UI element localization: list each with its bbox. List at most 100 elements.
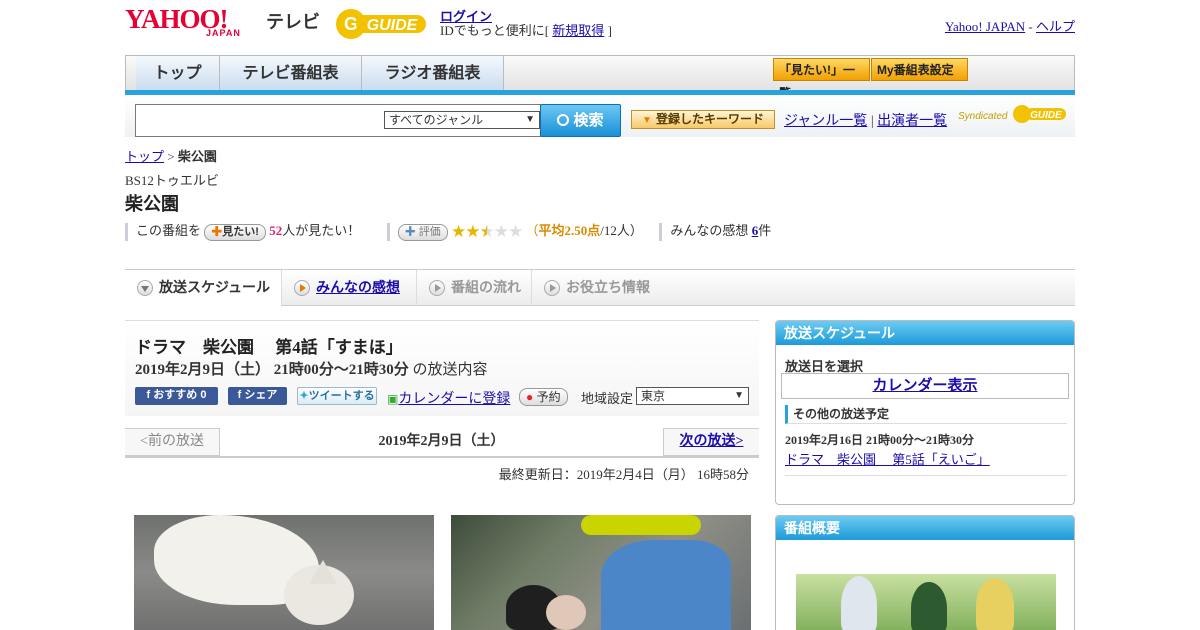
tab-schedule-label: 放送スケジュール	[159, 279, 271, 295]
nav-tab-radio[interactable]: ラジオ番組表	[362, 56, 504, 91]
dog-ear-shape	[309, 560, 337, 584]
episode-image-dog	[134, 515, 434, 630]
tab-info-label: お役立ち情報	[566, 279, 650, 295]
svg-text:G: G	[344, 14, 358, 34]
genre-cast-links: ジャンル一覧 | 出演者一覧	[784, 110, 947, 130]
impressions-suffix: 件	[758, 223, 772, 238]
breadcrumb: トップ > 柴公園	[125, 146, 217, 165]
facebook-icon: f	[237, 389, 242, 401]
tweet-button[interactable]: ✦ツイートする	[297, 387, 377, 405]
genre-select-value: すべてのジャンル	[389, 113, 484, 127]
search-button-label: 検索	[573, 112, 604, 129]
syndicated-gguide-logo: GUIDE	[1013, 105, 1066, 123]
facebook-recommend-button[interactable]: f おすすめ 0	[135, 387, 218, 405]
sidebar-summary: 番組概要	[775, 515, 1075, 630]
want-prefix: この番組を	[136, 223, 202, 238]
play-icon	[294, 280, 310, 297]
want-count: 52	[269, 223, 283, 238]
genre-select[interactable]: すべてのジャンル ▼	[384, 111, 540, 129]
help-link[interactable]: ヘルプ	[1036, 19, 1075, 34]
chevron-down-icon: ▼	[642, 115, 652, 126]
episode-datetime-row: 2019年2月9日（土） 21時00分～21時30分 の放送内容	[135, 358, 488, 379]
record-icon: ●	[526, 390, 534, 404]
tab-impressions-label[interactable]: みんなの感想	[316, 279, 400, 295]
nav-tab-tv[interactable]: テレビ番組表	[220, 56, 362, 91]
tab-flow-label: 番組の流れ	[451, 279, 521, 295]
rate-button[interactable]: ✚ 評価	[397, 223, 448, 241]
page-title: 柴公園	[125, 194, 179, 214]
top-links-separator: -	[1028, 19, 1033, 34]
keyword-button-label: 登録したキーワード	[655, 112, 764, 126]
cast-photo	[796, 574, 1056, 630]
main-nav: トップ テレビ番組表 ラジオ番組表 「見たい!」一覧 My番組表設定	[125, 55, 1075, 100]
nav-tab-top[interactable]: トップ	[136, 56, 220, 91]
region-value: 東京	[641, 389, 666, 403]
want-button[interactable]: ✚見たい!	[204, 223, 266, 241]
episode-image-person	[451, 515, 751, 630]
star-icon: ★	[451, 222, 466, 242]
cast-member-shape	[841, 576, 877, 630]
tab-flow[interactable]: 番組の流れ	[417, 270, 532, 306]
want-list-button[interactable]: 「見たい!」一覧	[773, 58, 870, 100]
sidebar-schedule: 放送スケジュール 放送日を選択 その他の放送予定 2019年2月16日 21時0…	[775, 320, 1075, 505]
my-schedule-button[interactable]: My番組表設定	[871, 58, 968, 81]
want-suffix: 人が見たい！	[282, 223, 361, 238]
login-sub: IDでもっと便利に[ 新規取得 ]	[440, 20, 612, 39]
calendar-link[interactable]: カレンダーに登録	[398, 392, 510, 407]
station-name: BS12トゥエルビ	[125, 173, 219, 188]
next-broadcast-link[interactable]: 次の放送>	[663, 428, 759, 456]
other-datetime: 2019年2月16日 21時00分～21時30分	[785, 433, 975, 447]
breadcrumb-top[interactable]: トップ	[125, 149, 164, 164]
divider	[785, 475, 1067, 476]
last-updated: 最終更新日：2019年2月4日（月） 16時58分	[498, 467, 749, 482]
cast-member-shape	[976, 578, 1014, 630]
divider	[659, 223, 663, 242]
fb-recommend-label: おすすめ 0	[153, 389, 207, 401]
want-button-label: 見たい!	[222, 225, 259, 238]
episode-datetime: 2019年2月9日（土） 21時00分～21時30分	[135, 362, 409, 378]
search-button[interactable]: 検索	[540, 104, 621, 137]
fb-share-label: シェア	[244, 389, 278, 401]
login-suffix: ]	[607, 23, 612, 38]
yahoo-japan-link[interactable]: Yahoo! JAPAN	[945, 19, 1025, 34]
tab-info[interactable]: お役立ち情報	[532, 270, 667, 306]
impressions-label: みんなの感想	[670, 223, 749, 238]
twitter-icon: ✦	[299, 390, 309, 402]
breadcrumb-current: 柴公園	[177, 149, 217, 164]
reserve-button[interactable]: ● 予約	[519, 388, 568, 406]
divider	[125, 223, 128, 242]
tab-schedule[interactable]: 放送スケジュール	[125, 270, 282, 307]
genre-list-link[interactable]: ジャンル一覧	[784, 114, 867, 129]
login-prefix: IDでもっと便利に[	[440, 23, 550, 38]
calendar-add-icon: ▣	[387, 392, 399, 406]
person-shape	[601, 540, 731, 630]
yahoo-japan-sublogo: JAPAN	[206, 28, 241, 38]
facebook-share-button[interactable]: f シェア	[228, 387, 287, 405]
plus-icon: ✚	[211, 225, 223, 238]
playground-equipment	[581, 515, 701, 535]
cast-list-link[interactable]: 出演者一覧	[877, 114, 947, 129]
gguide-logo[interactable]: G GUIDE	[334, 7, 432, 41]
tab-impressions[interactable]: みんなの感想	[282, 270, 417, 306]
calendar-button[interactable]: カレンダー表示	[781, 373, 1069, 399]
keyword-button[interactable]: ▼ 登録したキーワード	[631, 110, 775, 129]
region-select[interactable]: 東京 ▼	[636, 387, 749, 405]
facebook-icon: f	[146, 389, 151, 401]
star-icon: ★	[465, 222, 480, 242]
top-links: Yahoo! JAPAN - ヘルプ	[945, 16, 1075, 35]
genre-cast-divider: |	[870, 114, 874, 129]
cast-member-shape	[911, 582, 947, 630]
other-schedule-heading: その他の放送予定	[785, 405, 1067, 424]
star-empty-icon: ★	[508, 222, 523, 242]
other-episode-link[interactable]: ドラマ 柴公園 第5話「えいご」	[785, 449, 990, 468]
region-label: 地域設定	[581, 391, 634, 406]
avg-prefix: （	[525, 223, 539, 238]
divider	[386, 223, 390, 242]
tv-logo-text[interactable]: テレビ	[266, 8, 320, 34]
signup-link[interactable]: 新規取得	[552, 23, 604, 38]
tweet-label: ツイートする	[308, 390, 375, 402]
program-tabs: 放送スケジュール みんなの感想 番組の流れ お役立ち情報	[125, 269, 1075, 307]
plus-icon: ✚	[404, 225, 416, 238]
face-shape	[546, 595, 586, 630]
avg-suffix: /12人）	[600, 223, 643, 238]
